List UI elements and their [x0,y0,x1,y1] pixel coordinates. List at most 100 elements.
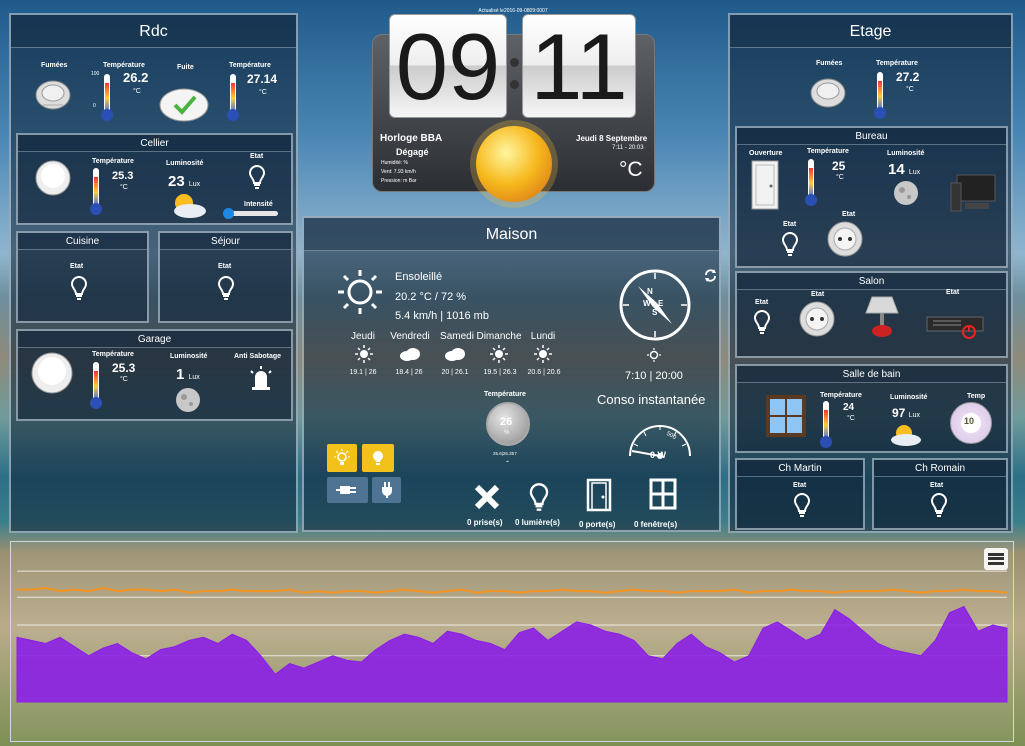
compass-e: E [658,299,664,308]
thermometer-icon [99,73,115,128]
power-plug-button[interactable] [372,477,401,503]
forecast-temps: 20.6 | 20.6 [527,369,561,376]
menu-icon[interactable] [984,548,1008,570]
bulb-icon[interactable] [793,492,811,518]
sun-icon [534,345,552,368]
bulb-icon[interactable] [781,231,799,257]
intensity-slider-handle[interactable] [223,208,234,219]
forecast-day: Vendredi [390,331,430,342]
maison-temp-range: 25.6|26.357 [493,451,517,456]
maison-temp-value: 26 [500,416,513,428]
door-icon [751,160,779,215]
chromain-panel: Ch Romain Etat [872,458,1008,530]
bureau-etat2-label: Etat [842,211,856,218]
clock-humidity: Humidité: % [381,160,408,166]
thermostat-value: 10 [964,416,975,426]
bulb-icon[interactable] [248,164,266,190]
maison-temp-unit: % [504,430,510,436]
smoke-detector-icon [807,73,849,116]
chmartin-etat-label: Etat [793,482,807,489]
thermometer-icon [818,400,834,455]
anti-sabotage-label: Anti Sabotage [234,353,282,360]
intensite-label: Intensité [244,201,273,208]
cuisine-title: Cuisine [18,233,147,250]
cellier-temp-unit: °C [120,184,128,191]
counter-fenetres: 0 fenêtre(s) [634,520,678,529]
sdb-temp-label: Température [820,392,862,399]
light-on-button[interactable] [327,444,357,472]
moon-icon [175,387,201,418]
rdc-temp2-label: Température [229,62,271,69]
alarm-siren-icon [248,365,274,396]
bulb-icon[interactable] [217,275,235,301]
clock-city: Horloge BBA [380,133,443,144]
amplifier-icon[interactable] [925,311,985,344]
clock-widget: Actualisé le2016-09-0809:0007 09 11 Horl… [369,8,657,213]
gauge-value: 0 W [650,450,667,460]
bureau-temp-value: 25 [832,159,846,173]
clock-dot [510,80,519,89]
etage-panel: Etage Fumées Température 27.2 °C Bureau … [728,13,1013,533]
bureau-etat1-label: Etat [783,221,797,228]
bulb-icon[interactable] [753,309,771,335]
ouverture-label: Ouverture [749,150,783,157]
refresh-icon[interactable] [704,269,717,287]
maison-temp-dash: - [506,456,509,466]
counter-lumieres: 0 lumière(s) [515,518,560,527]
garage-temp-value: 25.3 [112,361,136,375]
etage-temp-unit: °C [906,86,914,93]
etage-fumees-label: Fumées [816,60,843,67]
chmartin-panel: Ch Martin Etat [735,458,865,530]
clock-dot [510,58,519,67]
clock-minutes: 11 [522,14,636,119]
chmartin-title: Ch Martin [737,460,863,477]
forecast-temps: 18.4 | 26 [395,369,423,376]
maison-title: Maison [304,218,719,251]
forecast-day: Lundi [530,331,556,342]
motion-sensor-icon [30,351,74,400]
power-outlet-icon[interactable] [827,221,863,262]
cellier-lum-value: 23 Lux [168,173,201,190]
power-outlet-icon[interactable] [799,301,835,342]
sejour-title: Séjour [160,233,291,250]
maison-wind-pressure: 5.4 km/h | 1016 mb [395,310,489,322]
counter-portes: 0 porte(s) [579,520,616,529]
thermometer-icon [803,158,819,213]
forecast-temps: 19.5 | 26.3 [483,369,517,376]
sun-cloud-icon [166,191,208,224]
counter-prises: 0 prise(s) [467,518,503,527]
lamp-icon [864,295,900,344]
smoke-detector-icon [33,75,73,118]
plug-button[interactable] [327,477,368,503]
cellier-etat-label: Etat [250,153,264,160]
sdb-temp-unit: °C [847,415,855,422]
cellier-temp-label: Température [92,158,134,165]
rdc-temp2-unit: °C [259,89,267,96]
sun-icon [355,345,373,368]
close-x-icon [474,484,500,515]
bulb-icon[interactable] [70,275,88,301]
maison-condition: Ensoleillé [395,271,443,283]
computer-icon [949,173,997,218]
garage-lum-value: 1 Lux [176,366,200,383]
compass-w: W [643,299,651,308]
sdb-panel: Salle de bain Température 24 °C Luminosi… [735,364,1008,453]
clock-temp-unit: °C [619,158,643,181]
garage-title: Garage [18,331,291,348]
chart-line-series [17,586,1008,594]
cloud-icon [444,347,466,366]
cellier-panel: Cellier Température 25.3 °C Luminosité 2… [16,133,293,225]
thermometer-icon [872,71,888,126]
compass-n: N [647,287,653,296]
light-bulb-button[interactable] [362,444,394,472]
thermometer-icon [88,361,104,416]
power-gauge [624,418,696,469]
sdb-temp2-label: Temp [967,393,986,400]
cuisine-etat-label: Etat [70,263,84,270]
bureau-lum-label: Luminosité [887,150,925,157]
salon-title: Salon [737,273,1006,290]
bureau-temp-unit: °C [836,174,844,181]
bulb-icon[interactable] [930,492,948,518]
garage-temp-label: Température [92,351,134,358]
sdb-lum-value: 97 Lux [892,406,920,420]
